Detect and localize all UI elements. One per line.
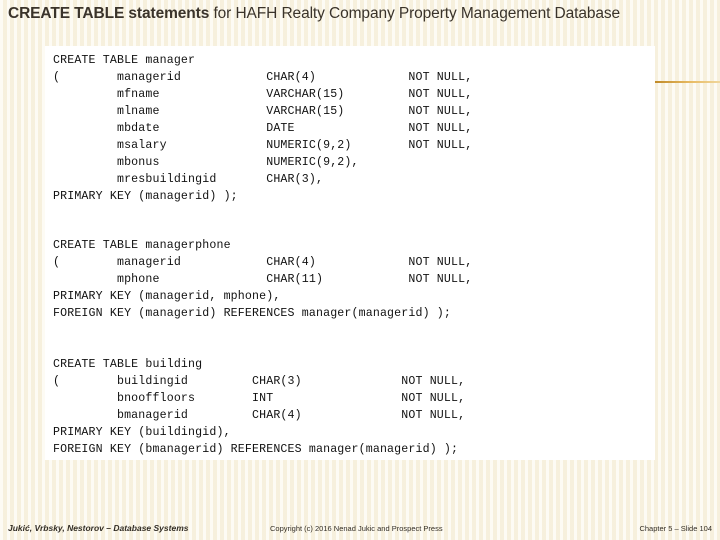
code-block-building: CREATE TABLE building ( buildingid CHAR(… <box>53 358 466 456</box>
footer-slide-number: Chapter 5 – Slide 104 <box>639 524 712 533</box>
code-block-manager: CREATE TABLE manager ( managerid CHAR(4)… <box>53 54 473 203</box>
page-title-emphasis: CREATE TABLE statements <box>8 5 210 22</box>
code-panel: CREATE TABLE manager ( managerid CHAR(4)… <box>45 46 655 460</box>
footer-attribution: Jukić, Vrbsky, Nestorov – Database Syste… <box>8 523 189 533</box>
slide-canvas: CREATE TABLE statements for HAFH Realty … <box>0 0 720 540</box>
page-title-rest: for HAFH Realty Company Property Managem… <box>209 5 621 22</box>
footer-copyright: Copyright (c) 2016 Nenad Jukic and Prosp… <box>270 524 443 533</box>
code-block-managerphone: CREATE TABLE managerphone ( managerid CH… <box>53 239 473 320</box>
accent-rule-divider <box>655 81 720 83</box>
page-title: CREATE TABLE statements for HAFH Realty … <box>8 4 698 23</box>
